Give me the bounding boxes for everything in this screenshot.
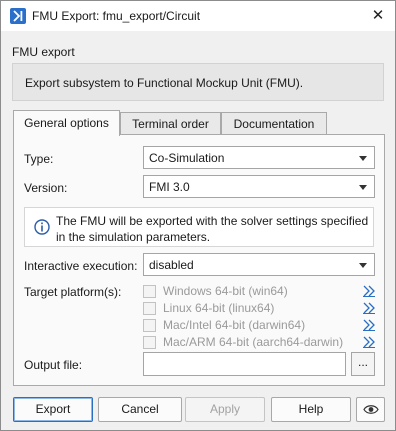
double-chevron-right-icon[interactable] bbox=[363, 302, 375, 314]
title-bar: FMU Export: fmu_export/Circuit ✕ bbox=[1, 1, 395, 31]
browse-button[interactable]: ... bbox=[351, 352, 375, 376]
description-text: Export subsystem to Functional Mockup Un… bbox=[25, 76, 304, 90]
preview-button[interactable] bbox=[356, 397, 385, 422]
version-select[interactable]: FMI 3.0 bbox=[143, 175, 375, 198]
checkbox[interactable] bbox=[143, 319, 156, 332]
target-platform-label: Target platform(s): bbox=[24, 285, 122, 299]
checkbox[interactable] bbox=[143, 336, 156, 349]
general-options-panel: Type: Co-Simulation Version: FMI 3.0 The… bbox=[13, 134, 385, 386]
platform-label: Windows 64-bit (win64) bbox=[163, 284, 288, 298]
output-file-input[interactable] bbox=[143, 352, 346, 376]
cancel-button[interactable]: Cancel bbox=[98, 397, 182, 422]
type-select[interactable]: Co-Simulation bbox=[143, 146, 375, 169]
checkbox[interactable] bbox=[143, 302, 156, 315]
double-chevron-right-icon[interactable] bbox=[363, 319, 375, 331]
interactive-execution-label: Interactive execution: bbox=[24, 259, 138, 273]
eye-icon bbox=[363, 405, 379, 414]
version-select-value: FMI 3.0 bbox=[149, 180, 190, 194]
chevron-down-icon bbox=[359, 156, 367, 161]
window-title: FMU Export: fmu_export/Circuit bbox=[32, 9, 201, 23]
info-text: The FMU will be exported with the solver… bbox=[56, 214, 369, 244]
checkbox[interactable] bbox=[143, 285, 156, 298]
apply-button[interactable]: Apply bbox=[185, 397, 265, 422]
info-message: The FMU will be exported with the solver… bbox=[24, 207, 374, 247]
export-button[interactable]: Export bbox=[13, 397, 93, 422]
double-chevron-right-icon[interactable] bbox=[363, 285, 375, 297]
type-select-value: Co-Simulation bbox=[149, 151, 225, 165]
chevron-down-icon bbox=[359, 185, 367, 190]
platform-label: Mac/ARM 64-bit (aarch64-darwin) bbox=[163, 335, 344, 349]
help-button[interactable]: Help bbox=[271, 397, 351, 422]
version-label: Version: bbox=[24, 181, 68, 195]
interactive-execution-value: disabled bbox=[149, 258, 194, 272]
section-label: FMU export bbox=[12, 45, 75, 59]
double-chevron-right-icon[interactable] bbox=[363, 336, 375, 348]
app-icon bbox=[10, 8, 26, 24]
interactive-execution-select[interactable]: disabled bbox=[143, 253, 375, 276]
platform-label: Linux 64-bit (linux64) bbox=[163, 301, 275, 315]
close-button[interactable]: ✕ bbox=[367, 5, 389, 27]
output-file-label: Output file: bbox=[24, 358, 83, 372]
platform-label: Mac/Intel 64-bit (darwin64) bbox=[163, 318, 306, 332]
tab-terminal-order[interactable]: Terminal order bbox=[120, 112, 221, 135]
fmu-export-dialog: FMU Export: fmu_export/Circuit ✕ FMU exp… bbox=[0, 0, 396, 431]
info-icon bbox=[34, 219, 50, 235]
chevron-down-icon bbox=[359, 263, 367, 268]
type-label: Type: bbox=[24, 152, 54, 166]
description-box: Export subsystem to Functional Mockup Un… bbox=[12, 63, 384, 101]
tab-general-options[interactable]: General options bbox=[13, 110, 120, 136]
tab-documentation[interactable]: Documentation bbox=[221, 112, 327, 135]
